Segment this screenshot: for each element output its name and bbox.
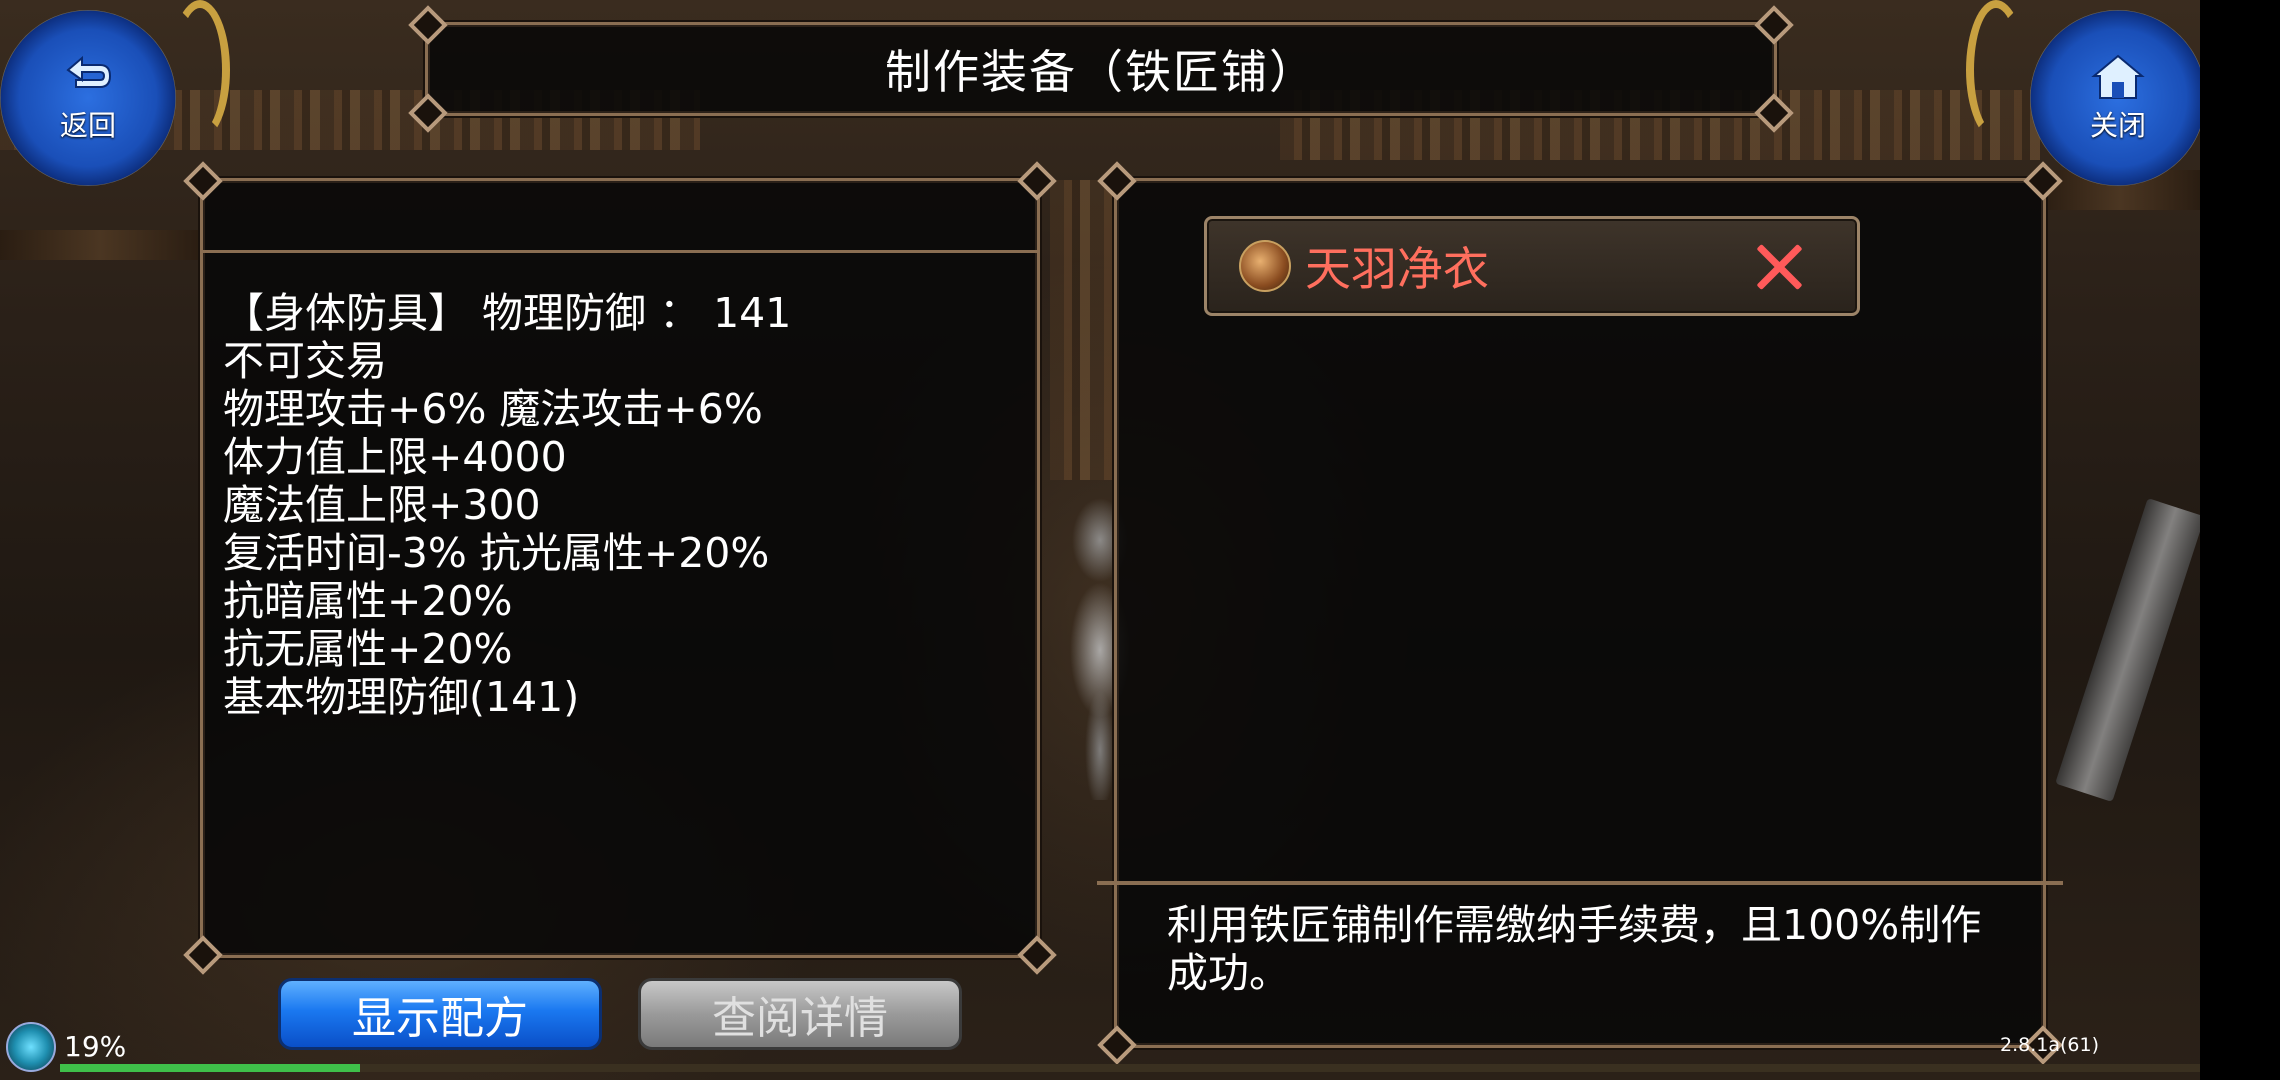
stat-line: 不可交易 [223,337,387,385]
back-button[interactable]: 返回 [0,10,176,186]
ornament-decoration [1966,0,2026,140]
item-stats-panel: 【身体防具】 物理防御 ： 141 不可交易 物理攻击+6% 魔法攻击+6% 体… [200,178,1040,958]
stat-line: 魔法值上限+300 [223,481,541,529]
close-label: 关闭 [2089,109,2146,142]
stat-line: 抗暗属性+20% [223,577,513,625]
description-divider [1097,881,2063,885]
remove-item-button[interactable] [1751,238,1807,294]
stat-line: 物理攻击+6% 魔法攻击+6% [223,385,763,433]
stat-line: 复活时间-3% 抗光属性+20% [223,529,770,577]
version-label: 2.8.1a(61) [2000,1034,2099,1056]
sword-decoration [2055,498,2200,802]
battery-percentage: 19% [64,1030,127,1063]
back-arrow-icon [66,55,112,88]
stat-line: 体力值上限+4000 [223,433,567,481]
stats-panel-header [203,181,1037,253]
close-button[interactable]: 关闭 [2030,10,2206,186]
ornament-decoration [170,0,230,140]
home-icon [2091,54,2145,99]
page-title: 制作装备（铁匠铺） [885,45,1317,99]
stat-line: 基本物理防御(141) [223,673,580,721]
stat-line: 抗无属性+20% [223,625,513,673]
back-label: 返回 [59,109,116,142]
stat-line: 【身体防具】 物理防御 ： 141 [223,289,792,337]
armor-icon [1239,240,1291,292]
selected-item-slot[interactable]: 天羽净衣 [1204,216,1860,316]
view-details-button[interactable]: 查阅详情 [638,978,962,1050]
screen-edge [2200,0,2280,1080]
crafting-description: 利用铁匠铺制作需缴纳手续费，且100%制作成功。 [1167,901,1982,997]
item-name: 天羽净衣 [1305,242,1489,296]
item-stats-list: 【身体防具】 物理防御 ： 141 不可交易 物理攻击+6% 魔法攻击+6% 体… [223,289,1017,721]
progress-fill [60,1064,360,1072]
show-recipe-button[interactable]: 显示配方 [278,978,602,1050]
battery-icon [6,1022,56,1072]
loading-progress-bar [60,1064,2200,1072]
title-bar: 制作装备（铁匠铺） [425,22,1777,116]
